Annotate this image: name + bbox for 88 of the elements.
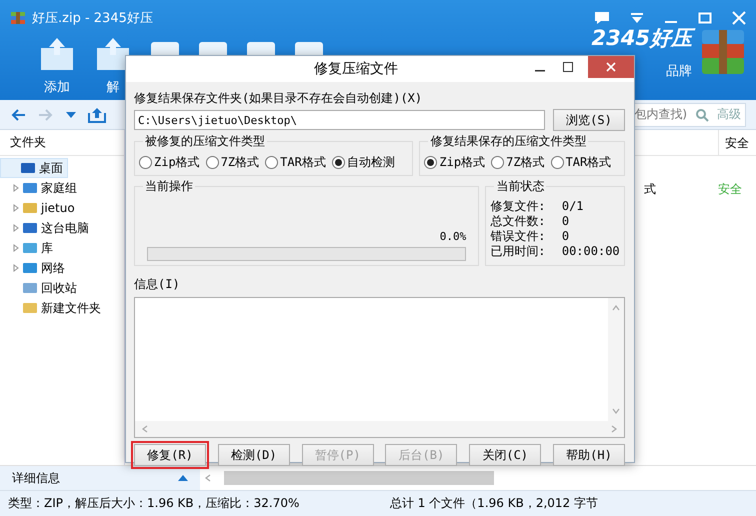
radio-button[interactable] xyxy=(139,156,152,169)
radio-button[interactable] xyxy=(550,156,564,169)
desktop-icon xyxy=(20,161,36,175)
radio-label: Zip格式 xyxy=(154,154,200,171)
expand-arrow-icon[interactable] xyxy=(13,204,19,212)
stat-value: 0/1 xyxy=(562,199,585,214)
radio-label: TAR格式 xyxy=(280,154,326,171)
scroll-left-icon[interactable] xyxy=(141,425,149,433)
expand-arrow-icon[interactable] xyxy=(13,264,19,272)
radio-button[interactable] xyxy=(265,156,278,169)
group-title: 修复结果保存的压缩文件类型 xyxy=(428,133,588,150)
search-icon[interactable] xyxy=(695,108,709,122)
stat-label: 已用时间: xyxy=(490,244,546,259)
radio-label: 7Z格式 xyxy=(506,154,545,171)
info-label: 信息(I) xyxy=(134,276,181,293)
dialog-button[interactable]: 关闭(C) xyxy=(469,444,542,466)
stat-value: 00:00:00 xyxy=(562,244,620,259)
folder-icon xyxy=(22,201,38,215)
window-title: 好压.zip - 2345好压 xyxy=(32,10,154,27)
toolbar-button[interactable]: 添加 xyxy=(33,36,81,96)
stat-value: 0 xyxy=(562,229,570,244)
tree-item[interactable]: 库 xyxy=(0,238,58,258)
browse-button[interactable]: 浏览(S) xyxy=(553,109,625,131)
stat-label: 修复文件: xyxy=(490,199,546,214)
folder-icon xyxy=(22,281,38,295)
archive-icon xyxy=(10,10,26,26)
feedback-icon[interactable] xyxy=(594,11,610,25)
stat-label: 总文件数: xyxy=(490,214,546,229)
radio-button[interactable] xyxy=(491,156,504,169)
close-button[interactable] xyxy=(588,56,634,78)
progress-percent: 0.0% xyxy=(440,230,466,243)
group-title: 被修复的压缩文件类型 xyxy=(143,133,267,150)
brand-slogan: 品牌 xyxy=(666,63,692,80)
close-icon xyxy=(606,62,616,72)
radio-label: TAR格式 xyxy=(566,154,612,171)
folder-icon xyxy=(22,181,38,195)
scroll-up-icon[interactable] xyxy=(612,304,620,312)
status-text: 类型：ZIP，解压后大小：1.96 KB，压缩比：32.70% xyxy=(8,495,300,512)
folder-label: 修复结果保存文件夹(如果目录不存在会自动创建)(X) xyxy=(134,90,424,107)
folder-icon xyxy=(22,241,38,255)
dialog-title: 修复压缩文件 xyxy=(313,60,399,78)
scroll-right-icon[interactable] xyxy=(610,425,618,433)
minimize-icon xyxy=(535,70,545,72)
folder-path-field[interactable]: C:\Users\jietuo\Desktop\ xyxy=(134,110,545,130)
radio-label: Zip格式 xyxy=(439,154,486,171)
expand-arrow-icon[interactable] xyxy=(13,224,19,232)
maximize-icon[interactable] xyxy=(698,12,712,24)
dialog-button[interactable]: 检测(D) xyxy=(218,444,290,466)
stat-value: 0 xyxy=(562,214,570,229)
tree-item[interactable]: 家庭组 xyxy=(0,178,82,198)
tree-item[interactable]: 这台电脑 xyxy=(0,218,94,238)
radio-button[interactable] xyxy=(332,156,345,169)
tree-item[interactable]: 桌面 xyxy=(0,158,68,178)
details-pane[interactable]: 详细信息 xyxy=(0,466,200,490)
caret-up-icon[interactable] xyxy=(178,475,188,481)
group-title: 当前状态 xyxy=(494,178,546,195)
group-title: 当前操作 xyxy=(143,178,195,195)
tree-item[interactable]: 网络 xyxy=(0,258,70,278)
table-cell: 式 xyxy=(644,180,656,198)
expand-arrow-icon[interactable] xyxy=(13,244,19,252)
radio-label: 自动检测 xyxy=(346,154,395,171)
stat-label: 错误文件: xyxy=(490,229,546,244)
radio-button[interactable] xyxy=(206,156,219,169)
sidebar-header: 文件夹 xyxy=(0,130,124,156)
column-header[interactable]: 安全 xyxy=(718,130,756,155)
folder-icon xyxy=(22,221,38,235)
radio-label: 7Z格式 xyxy=(220,154,260,171)
status-summary: 总计 1 个文件（1.96 KB，2,012 字节 xyxy=(390,495,598,512)
dialog-button[interactable]: 修复(R) xyxy=(134,444,206,466)
caret-icon[interactable] xyxy=(66,112,76,118)
scroll-left-icon[interactable] xyxy=(204,474,212,482)
table-cell-text: 安全 xyxy=(718,180,743,198)
tree-item[interactable]: jietuo xyxy=(0,198,80,218)
dialog-button[interactable]: 帮助(H) xyxy=(552,444,625,466)
back-arrow-icon[interactable] xyxy=(10,108,26,122)
folder-icon xyxy=(22,301,38,315)
scrollbar-thumb[interactable] xyxy=(224,471,494,485)
radio-button[interactable] xyxy=(424,156,438,169)
maximize-icon xyxy=(563,62,573,72)
scroll-down-icon[interactable] xyxy=(612,407,620,415)
up-folder-icon[interactable] xyxy=(88,106,106,122)
expand-arrow-icon[interactable] xyxy=(13,184,19,192)
tree-item[interactable]: 新建文件夹 xyxy=(0,298,106,318)
tree-item[interactable]: 回收站 xyxy=(0,278,82,298)
details-label: 详细信息 xyxy=(12,470,60,486)
folder-icon xyxy=(22,261,38,275)
close-icon[interactable] xyxy=(732,11,746,25)
dropdown-icon[interactable] xyxy=(630,12,644,24)
